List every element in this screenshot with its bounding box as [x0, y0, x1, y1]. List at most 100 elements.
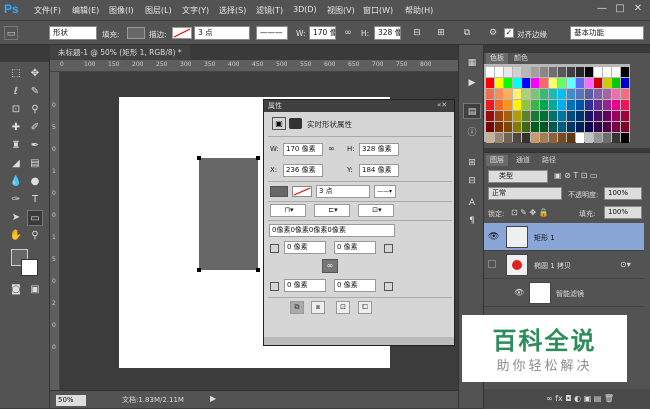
color-swatch[interactable]: [558, 111, 566, 121]
color-swatch[interactable]: [576, 133, 584, 143]
color-swatch[interactable]: [531, 67, 539, 77]
character-panel-icon[interactable]: A: [463, 195, 481, 211]
brush-panel-icon[interactable]: ⊞: [463, 155, 481, 171]
color-swatch[interactable]: [495, 78, 503, 88]
color-swatch[interactable]: [513, 67, 521, 77]
color-swatch[interactable]: [486, 89, 494, 99]
transform-handle[interactable]: [256, 156, 260, 160]
tab-color[interactable]: 颜色: [510, 53, 532, 64]
menu-item[interactable]: 选择(S): [219, 5, 246, 16]
pen-tool-icon[interactable]: ✑: [8, 192, 24, 208]
color-swatch[interactable]: [549, 89, 557, 99]
color-swatch[interactable]: [522, 67, 530, 77]
quick-mask-icon[interactable]: ◙: [8, 282, 24, 298]
color-swatch[interactable]: [585, 122, 593, 132]
color-swatch[interactable]: [567, 100, 575, 110]
color-swatch[interactable]: [567, 122, 575, 132]
color-swatch[interactable]: [540, 67, 548, 77]
color-swatch[interactable]: [531, 133, 539, 143]
color-swatch[interactable]: [549, 111, 557, 121]
eye-icon[interactable]: 👁: [488, 232, 499, 242]
color-swatch[interactable]: [495, 100, 503, 110]
color-swatch[interactable]: [549, 122, 557, 132]
screen-mode-icon[interactable]: ▣: [27, 282, 43, 298]
blend-mode-select[interactable]: 正常: [488, 187, 562, 200]
color-swatch[interactable]: [603, 100, 611, 110]
transform-handle[interactable]: [197, 156, 201, 160]
color-swatch[interactable]: [513, 111, 521, 121]
color-swatch[interactable]: [486, 111, 494, 121]
color-swatch[interactable]: [621, 111, 629, 121]
menu-item[interactable]: 滤镜(T): [256, 5, 283, 16]
color-swatch[interactable]: [540, 100, 548, 110]
color-swatch[interactable]: [504, 133, 512, 143]
width-input[interactable]: 170 像: [309, 26, 336, 40]
subtract-shape-button[interactable]: ⧈: [311, 301, 325, 314]
color-swatch[interactable]: [621, 100, 629, 110]
color-swatch[interactable]: [549, 100, 557, 110]
color-swatch[interactable]: [540, 78, 548, 88]
color-swatch[interactable]: [486, 122, 494, 132]
document-tab[interactable]: 未标题-1 @ 50% (矩形 1, RGB/8) *: [50, 45, 190, 60]
color-swatch[interactable]: [558, 133, 566, 143]
color-swatch[interactable]: [621, 67, 629, 77]
color-swatch[interactable]: [558, 100, 566, 110]
layer-filter-icons[interactable]: ▣ ⊘ T ⊡ ▭: [554, 171, 598, 180]
color-swatch[interactable]: [585, 111, 593, 121]
background-color-swatch[interactable]: [21, 259, 38, 276]
transform-handle[interactable]: [256, 268, 260, 272]
tab-paths[interactable]: 路径: [538, 155, 560, 166]
color-swatch[interactable]: [522, 89, 530, 99]
stroke-align-select[interactable]: ⊓▾: [270, 204, 306, 217]
color-swatch[interactable]: [504, 67, 512, 77]
brush-tool-icon[interactable]: ✐: [27, 120, 43, 136]
prop-height-input[interactable]: 328 像素: [359, 143, 399, 156]
healing-tool-icon[interactable]: ✚: [8, 120, 24, 136]
zoom-level[interactable]: 50%: [56, 395, 86, 406]
color-swatch[interactable]: [558, 89, 566, 99]
dodge-tool-icon[interactable]: ●: [27, 174, 43, 190]
mode-select[interactable]: 形状: [49, 26, 97, 40]
exclude-shape-button[interactable]: ⧠: [358, 301, 372, 314]
color-swatch[interactable]: [540, 133, 548, 143]
layer-row[interactable]: 椭圆 1 拷贝 ⊙▾: [484, 251, 644, 279]
color-swatch[interactable]: [495, 122, 503, 132]
hand-tool-icon[interactable]: ✋: [8, 228, 24, 244]
workspace-select[interactable]: 基本功能: [570, 26, 644, 40]
tab-swatches[interactable]: 色板: [486, 53, 508, 64]
color-swatch[interactable]: [612, 111, 620, 121]
path-arrangement-icon[interactable]: ⧉: [460, 26, 474, 40]
zoom-tool-icon[interactable]: ⚲: [27, 228, 43, 244]
link-icon[interactable]: ∞: [341, 26, 355, 40]
menu-item[interactable]: 图像(I): [109, 5, 134, 16]
color-swatch[interactable]: [513, 78, 521, 88]
rectangle-shape[interactable]: [199, 158, 258, 270]
color-swatch[interactable]: [549, 78, 557, 88]
color-swatch[interactable]: [504, 111, 512, 121]
stroke-caps-select[interactable]: ⊏▾: [314, 204, 350, 217]
color-swatch[interactable]: [576, 78, 584, 88]
color-swatch[interactable]: [585, 78, 593, 88]
color-swatch[interactable]: [558, 67, 566, 77]
eraser-tool-icon[interactable]: ◢: [8, 156, 24, 172]
color-swatch[interactable]: [576, 100, 584, 110]
color-swatch[interactable]: [567, 89, 575, 99]
color-swatch[interactable]: [540, 111, 548, 121]
stroke-swatch[interactable]: [172, 27, 192, 39]
history-brush-tool-icon[interactable]: ✒: [27, 138, 43, 154]
color-swatch[interactable]: [531, 89, 539, 99]
color-swatch[interactable]: [549, 67, 557, 77]
color-swatch[interactable]: [585, 89, 593, 99]
color-swatch[interactable]: [603, 89, 611, 99]
prop-stroke-size[interactable]: 3 点: [316, 185, 370, 198]
color-swatch[interactable]: [594, 100, 602, 110]
color-swatch[interactable]: [603, 67, 611, 77]
link-icon[interactable]: ∞: [328, 144, 335, 153]
properties-tab[interactable]: 属性: [264, 100, 454, 112]
color-swatch[interactable]: [522, 122, 530, 132]
color-swatch[interactable]: [594, 89, 602, 99]
color-swatch[interactable]: [549, 133, 557, 143]
radius-top-right[interactable]: 0 像素: [334, 241, 376, 254]
color-swatch[interactable]: [594, 111, 602, 121]
layer-row[interactable]: 👁 矩形 1: [484, 223, 644, 251]
